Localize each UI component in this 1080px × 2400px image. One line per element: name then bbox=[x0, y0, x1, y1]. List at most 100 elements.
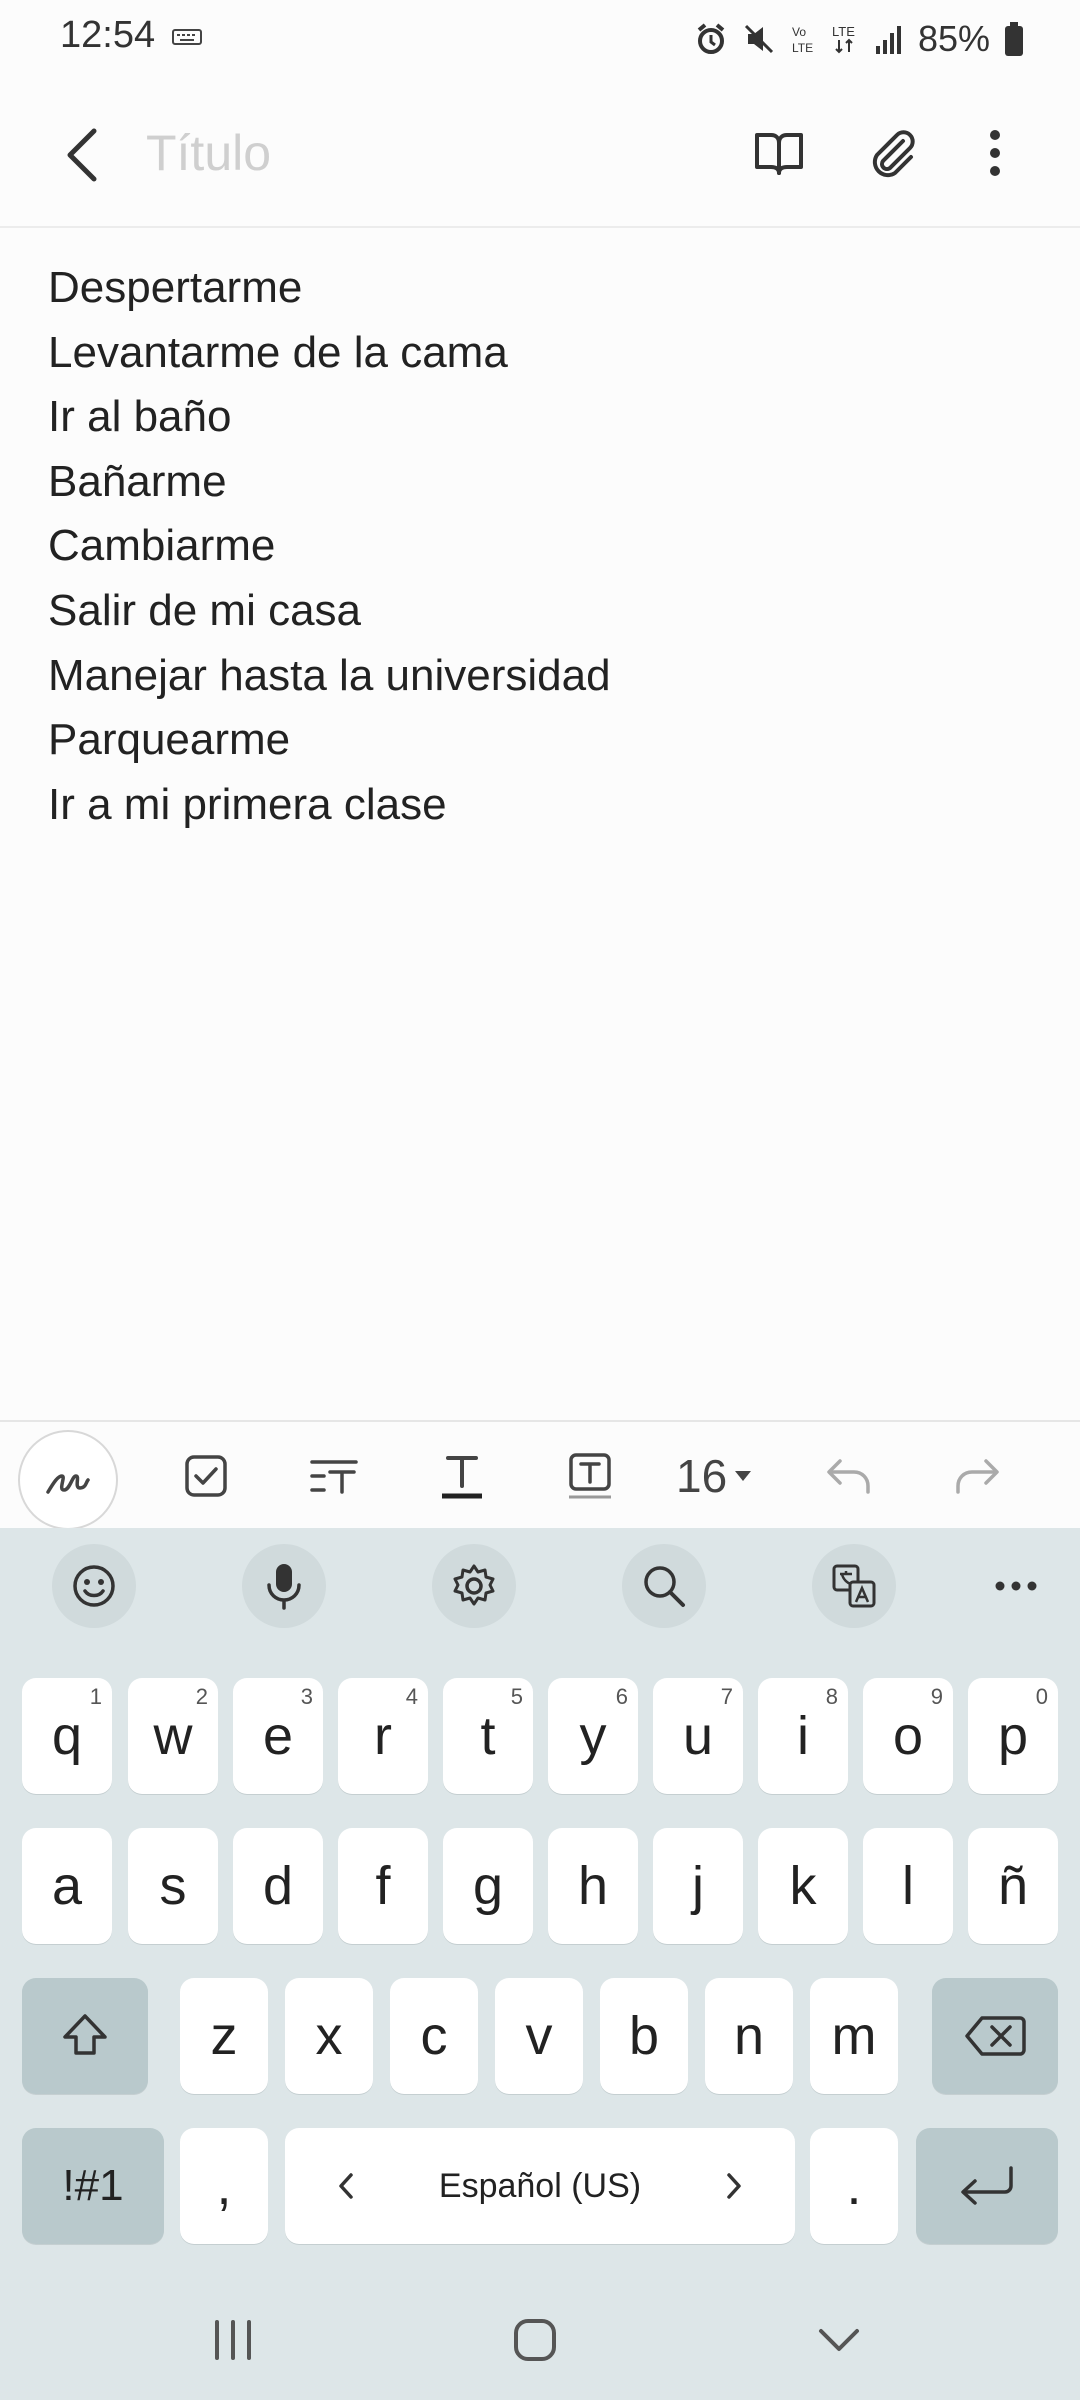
hide-keyboard-button[interactable] bbox=[794, 2300, 884, 2380]
navigation-bar bbox=[0, 2280, 1080, 2400]
key-t[interactable]: t5 bbox=[443, 1678, 533, 1794]
reading-mode-icon bbox=[755, 133, 803, 175]
key-a[interactable]: a bbox=[22, 1828, 112, 1944]
battery-icon bbox=[1005, 22, 1023, 56]
title-input[interactable]: Título bbox=[146, 124, 271, 182]
undo-icon bbox=[827, 1459, 870, 1494]
keyboard-icon bbox=[172, 29, 202, 45]
key-n-tilde[interactable]: ñ bbox=[968, 1828, 1058, 1944]
key-v[interactable]: v bbox=[495, 1978, 583, 2094]
redo-icon bbox=[956, 1459, 999, 1494]
key-g[interactable]: g bbox=[443, 1828, 533, 1944]
language-label: Español (US) bbox=[438, 2166, 642, 2205]
enter-icon bbox=[961, 2166, 1013, 2205]
voice-input-button[interactable] bbox=[242, 1544, 326, 1628]
note-line: Cambiarme bbox=[48, 521, 276, 571]
key-b[interactable]: b bbox=[600, 1978, 688, 2094]
back-button[interactable] bbox=[52, 120, 112, 190]
checkbox-icon bbox=[185, 1455, 227, 1497]
key-f[interactable]: f bbox=[338, 1828, 428, 1944]
font-size-selector[interactable]: 16 bbox=[676, 1444, 753, 1508]
key-o[interactable]: o9 bbox=[863, 1678, 953, 1794]
key-row-2: a s d f g h j k l ñ bbox=[0, 1828, 1080, 1944]
status-bar: 12:54 Vo LTE LTE 85% bbox=[0, 0, 1080, 80]
app-bar: Título bbox=[0, 80, 1080, 228]
note-line: Bañarme bbox=[48, 456, 227, 506]
volte-icon: Vo LTE bbox=[792, 25, 813, 55]
key-j[interactable]: j bbox=[653, 1828, 743, 1944]
key-e[interactable]: e3 bbox=[233, 1678, 323, 1794]
mute-icon bbox=[744, 24, 773, 54]
pen-mode-button[interactable] bbox=[18, 1430, 118, 1530]
font-size-value: 16 bbox=[676, 1450, 728, 1502]
text-box-button[interactable] bbox=[550, 1436, 630, 1516]
chevron-left-icon bbox=[339, 2173, 353, 2199]
shift-icon bbox=[63, 2014, 107, 2055]
key-c[interactable]: c bbox=[390, 1978, 478, 2094]
comma-key[interactable]: , bbox=[180, 2128, 268, 2244]
key-z[interactable]: z bbox=[180, 1978, 268, 2094]
translate-icon bbox=[832, 1564, 876, 1608]
more-icon bbox=[995, 1581, 1037, 1591]
key-u[interactable]: u7 bbox=[653, 1678, 743, 1794]
key-k[interactable]: k bbox=[758, 1828, 848, 1944]
backspace-key[interactable] bbox=[932, 1978, 1058, 2094]
paragraph-style-button[interactable] bbox=[294, 1436, 374, 1516]
text-style-icon bbox=[442, 1456, 482, 1499]
checkbox-button[interactable] bbox=[166, 1436, 246, 1516]
more-options-button[interactable] bbox=[960, 118, 1030, 188]
emoji-icon bbox=[73, 1565, 115, 1607]
chevron-right-icon bbox=[727, 2173, 741, 2199]
space-bar[interactable]: Español (US) bbox=[285, 2128, 795, 2244]
back-icon bbox=[67, 128, 97, 182]
key-n[interactable]: n bbox=[705, 1978, 793, 2094]
more-icon bbox=[990, 130, 1000, 176]
key-w[interactable]: w2 bbox=[128, 1678, 218, 1794]
recents-button[interactable] bbox=[188, 2300, 278, 2380]
format-toolbar: 16 bbox=[0, 1420, 1080, 1530]
note-body[interactable]: Despertarme Levantarme de la cama Ir al … bbox=[48, 256, 1028, 837]
period-key[interactable]: . bbox=[810, 2128, 898, 2244]
note-line: Ir a mi primera clase bbox=[48, 779, 447, 829]
attach-button[interactable] bbox=[858, 118, 928, 188]
status-time: 12:54 bbox=[60, 14, 156, 56]
search-icon bbox=[644, 1566, 685, 1607]
key-l[interactable]: l bbox=[863, 1828, 953, 1944]
text-style-button[interactable] bbox=[422, 1436, 502, 1516]
note-line: Salir de mi casa bbox=[48, 585, 362, 635]
undo-button[interactable] bbox=[808, 1436, 888, 1516]
key-row-1: q1 w2 e3 r4 t5 y6 u7 i8 o9 p0 bbox=[0, 1678, 1080, 1794]
key-m[interactable]: m bbox=[810, 1978, 898, 2094]
key-q[interactable]: q1 bbox=[22, 1678, 112, 1794]
key-h[interactable]: h bbox=[548, 1828, 638, 1944]
keyboard: q1 w2 e3 r4 t5 y6 u7 i8 o9 p0 a s d f g … bbox=[0, 1528, 1080, 2400]
recents-icon bbox=[215, 2320, 251, 2360]
settings-icon bbox=[453, 1564, 495, 1606]
note-line: Despertarme bbox=[48, 263, 303, 312]
key-x[interactable]: x bbox=[285, 1978, 373, 2094]
key-s[interactable]: s bbox=[128, 1828, 218, 1944]
keyboard-settings-button[interactable] bbox=[432, 1544, 516, 1628]
home-button[interactable] bbox=[490, 2300, 580, 2380]
translate-button[interactable] bbox=[812, 1544, 896, 1628]
shift-key[interactable] bbox=[22, 1978, 148, 2094]
attach-icon bbox=[872, 130, 915, 178]
key-r[interactable]: r4 bbox=[338, 1678, 428, 1794]
key-y[interactable]: y6 bbox=[548, 1678, 638, 1794]
reading-mode-button[interactable] bbox=[744, 118, 814, 188]
symbols-key[interactable]: !#1 bbox=[22, 2128, 164, 2244]
more-tools-button[interactable] bbox=[974, 1544, 1058, 1628]
paragraph-style-icon bbox=[310, 1460, 358, 1494]
key-d[interactable]: d bbox=[233, 1828, 323, 1944]
redo-button[interactable] bbox=[938, 1436, 1018, 1516]
emoji-button[interactable] bbox=[52, 1544, 136, 1628]
hide-keyboard-icon bbox=[819, 2329, 859, 2351]
key-p[interactable]: p0 bbox=[968, 1678, 1058, 1794]
key-i[interactable]: i8 bbox=[758, 1678, 848, 1794]
note-line: Parquearme bbox=[48, 715, 291, 765]
keyboard-search-button[interactable] bbox=[622, 1544, 706, 1628]
signal-icon bbox=[875, 26, 901, 54]
backspace-icon bbox=[965, 2016, 1026, 2056]
svg-text:Vo: Vo bbox=[792, 25, 806, 39]
enter-key[interactable] bbox=[916, 2128, 1058, 2244]
